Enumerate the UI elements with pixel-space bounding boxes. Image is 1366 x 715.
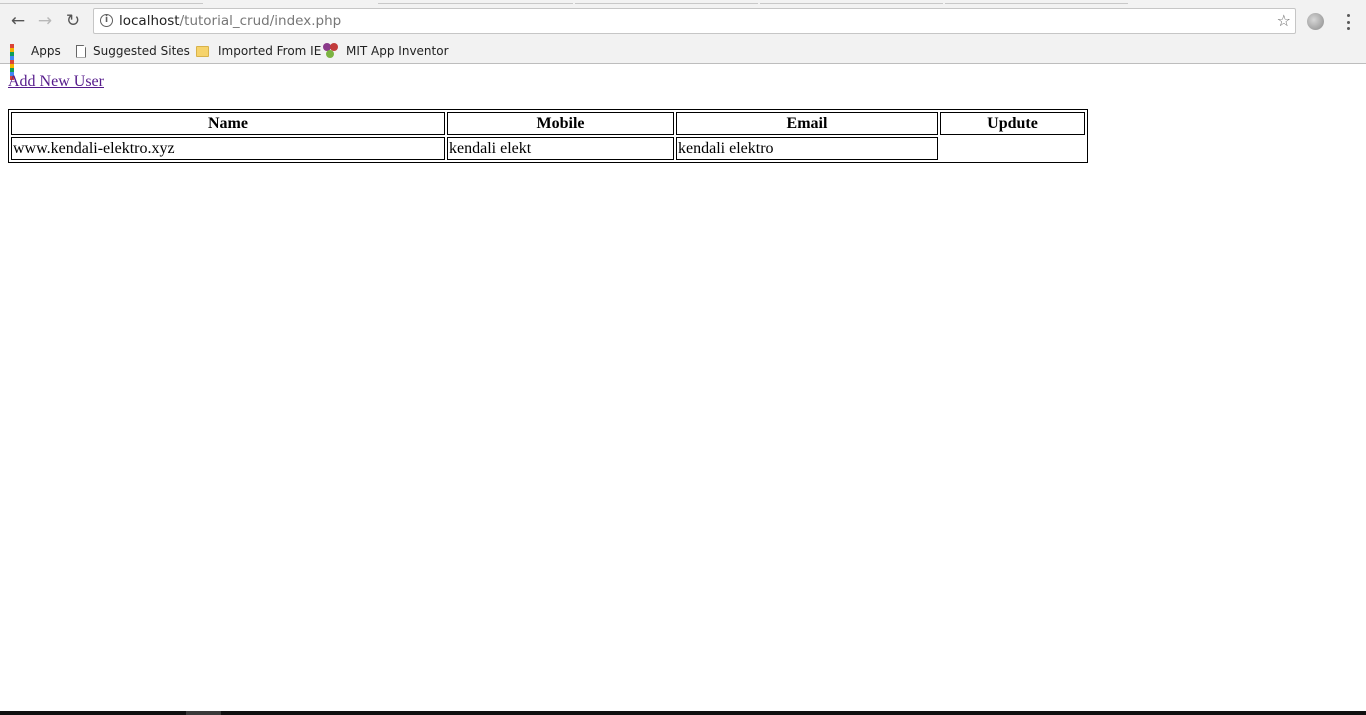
url-host: localhost <box>119 13 180 29</box>
column-header-mobile: Mobile <box>447 112 674 135</box>
column-header-update: Updute <box>940 112 1085 135</box>
add-new-user-link[interactable]: Add New User <box>8 73 104 91</box>
reload-icon[interactable]: ↻ <box>60 8 86 34</box>
bookmarks-bar: Apps Suggested Sites Imported From IE MI… <box>0 37 1366 80</box>
page-content: Add New User <box>8 73 104 91</box>
mit-app-inventor-icon <box>323 43 339 59</box>
cell-mobile: kendali elekt <box>447 137 674 160</box>
address-bar[interactable]: i localhost/tutorial_crud/index.php ☆ <box>93 8 1296 34</box>
column-header-name: Name <box>11 112 445 135</box>
table-header-row: Name Mobile Email Updute <box>11 112 1085 135</box>
bookmark-suggested-sites[interactable]: Suggested Sites <box>76 42 190 60</box>
cell-update <box>940 137 1085 160</box>
tab-edge[interactable] <box>760 0 943 4</box>
apps-grid-icon <box>10 44 24 80</box>
folder-icon <box>196 45 209 57</box>
tab-edge[interactable] <box>0 0 203 4</box>
tab-edge[interactable] <box>378 0 573 4</box>
bookmark-imported-from-ie[interactable]: Imported From IE <box>196 42 321 60</box>
bookmark-label: Apps <box>31 44 61 58</box>
users-table: Name Mobile Email Updute www.kendali-ele… <box>8 109 1088 163</box>
star-icon[interactable]: ☆ <box>1277 11 1291 30</box>
bookmark-label: Imported From IE <box>218 44 322 58</box>
forward-arrow-icon[interactable]: → <box>32 8 58 34</box>
kebab-menu-icon[interactable] <box>1339 14 1357 30</box>
taskbar-segment <box>186 711 221 715</box>
address-url[interactable]: localhost/tutorial_crud/index.php <box>119 13 341 29</box>
cell-email: kendali elektro <box>676 137 938 160</box>
bookmark-label: Suggested Sites <box>93 44 190 58</box>
browser-toolbar: ← → ↻ i localhost/tutorial_crud/index.ph… <box>0 5 1366 37</box>
table-row: www.kendali-elektro.xyz kendali elekt ke… <box>11 137 1085 160</box>
bookmark-label: MIT App Inventor <box>346 44 449 58</box>
bookmark-apps[interactable]: Apps <box>10 42 61 80</box>
extension-icon[interactable] <box>1307 13 1324 30</box>
page-icon <box>76 44 86 58</box>
taskbar-edge <box>0 711 1366 715</box>
tab-edge[interactable] <box>575 0 758 4</box>
info-icon[interactable]: i <box>100 14 113 27</box>
tab-edge[interactable] <box>945 0 1128 4</box>
cell-name: www.kendali-elektro.xyz <box>11 137 445 160</box>
url-path: /tutorial_crud/index.php <box>179 13 342 29</box>
bookmark-mit-app-inventor[interactable]: MIT App Inventor <box>323 42 449 60</box>
back-arrow-icon[interactable]: ← <box>5 8 31 34</box>
column-header-email: Email <box>676 112 938 135</box>
